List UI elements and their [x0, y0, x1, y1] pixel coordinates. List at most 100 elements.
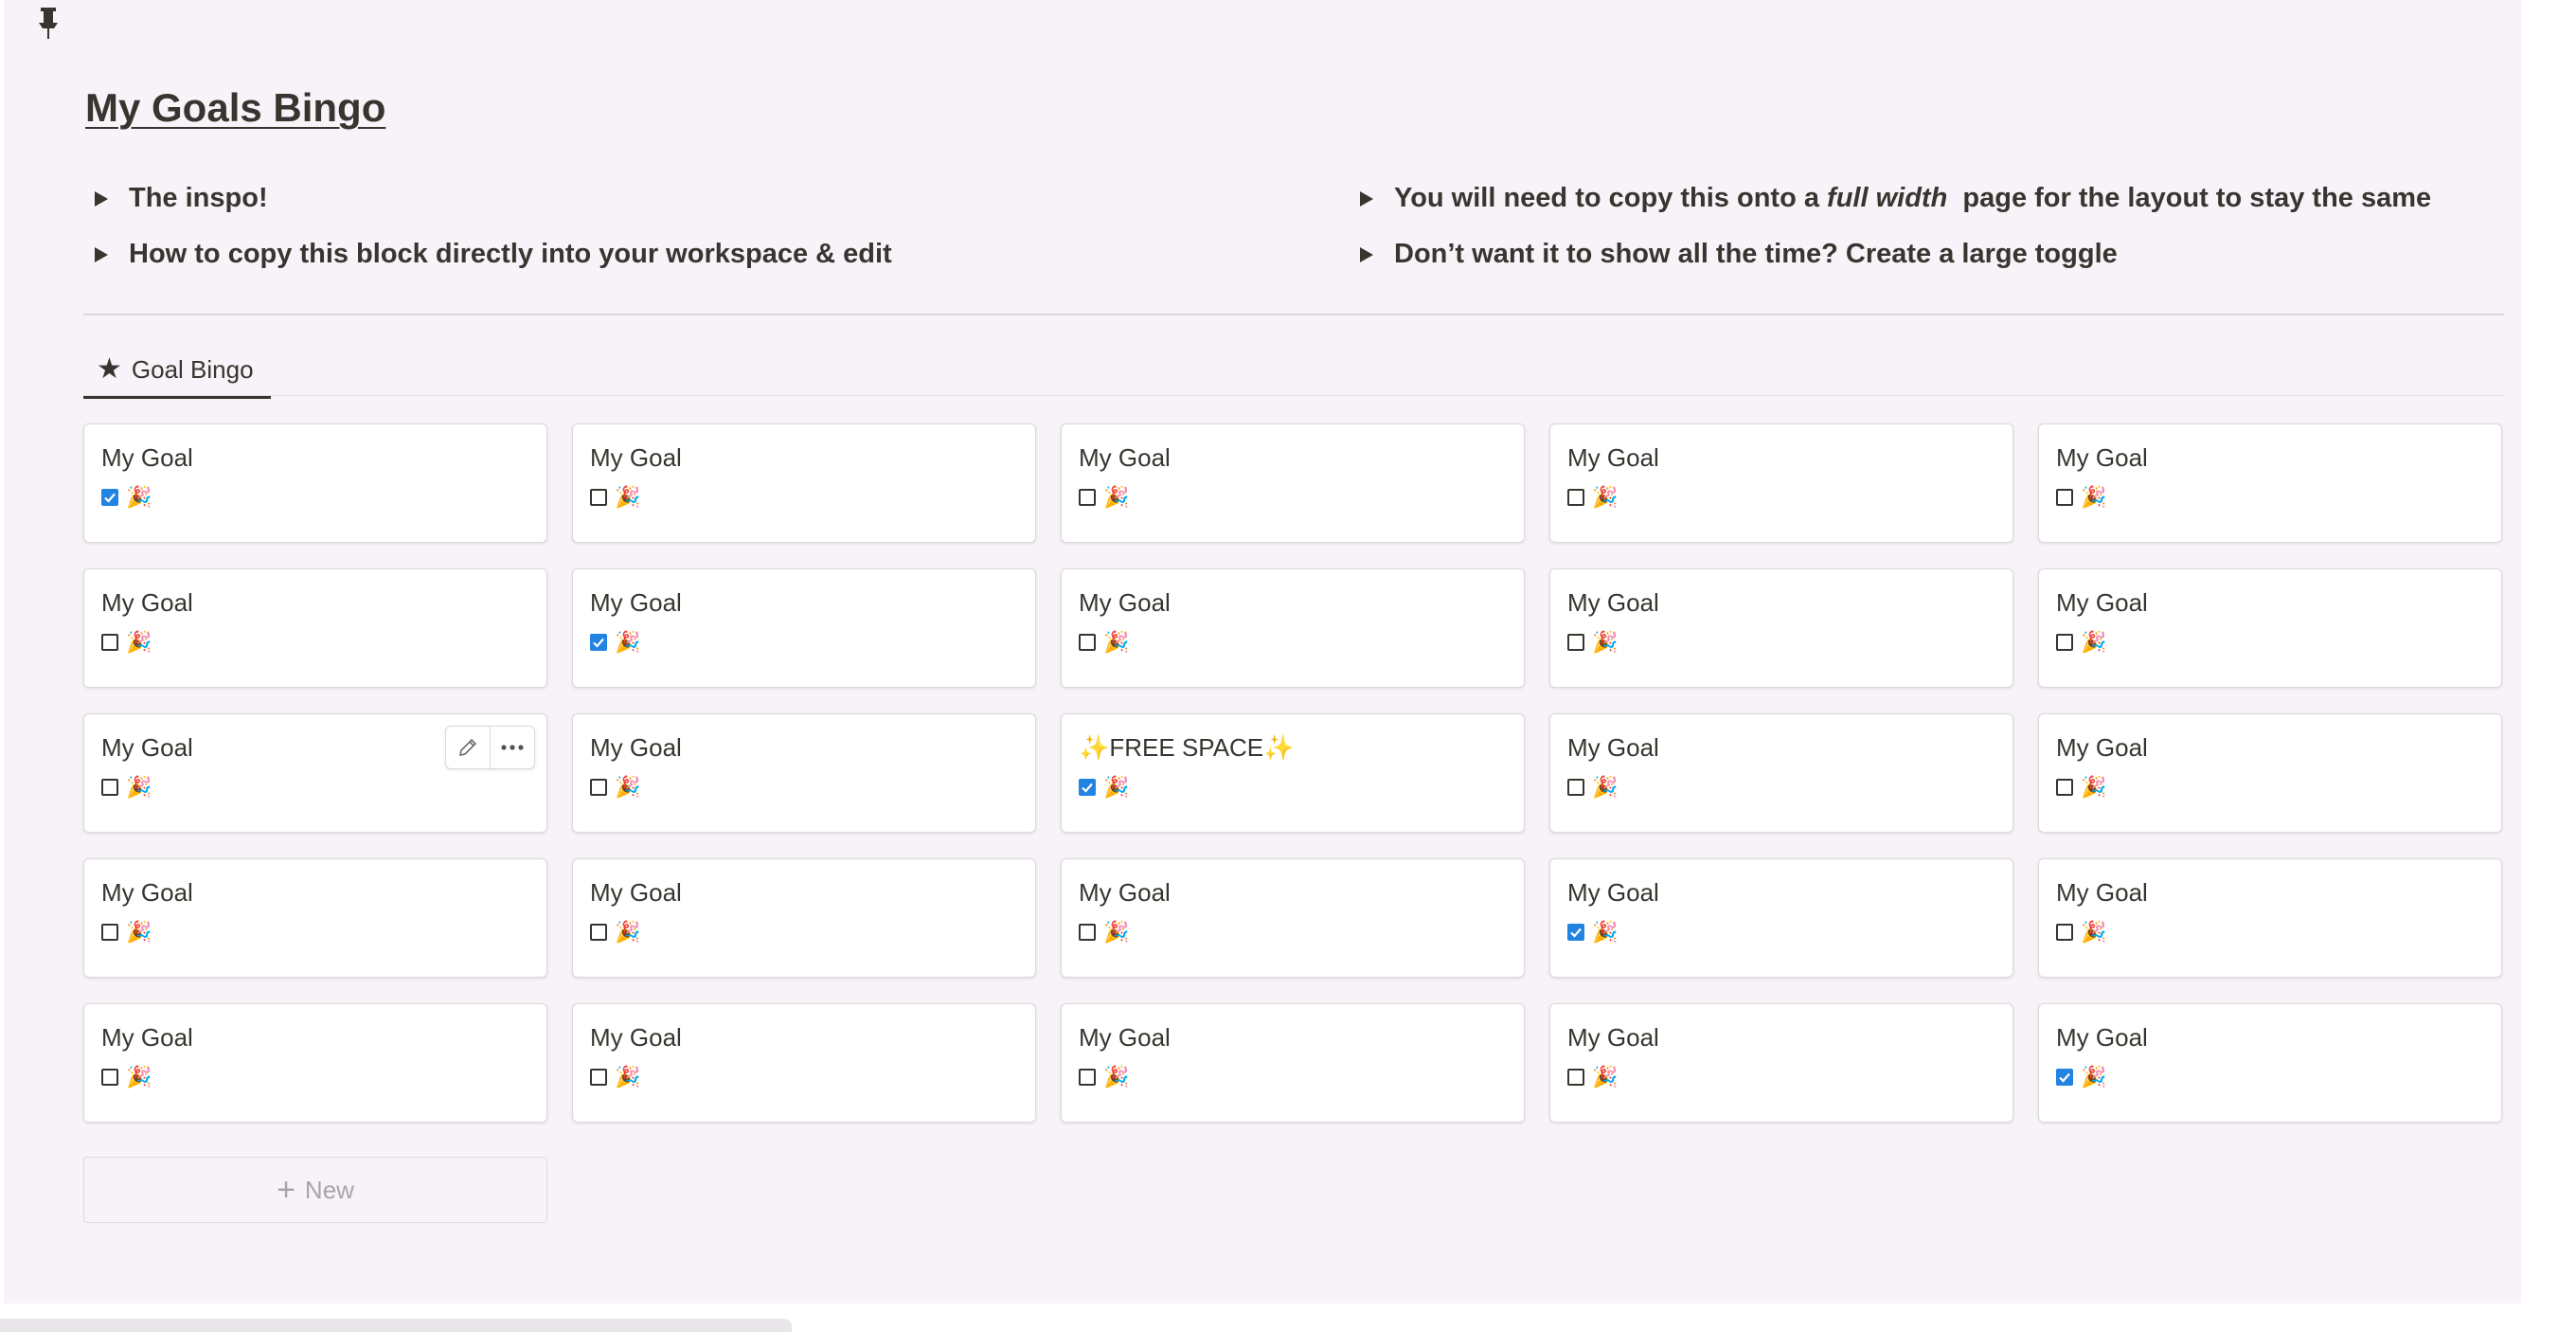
party-popper-icon: 🎉	[126, 1065, 152, 1089]
checkbox[interactable]	[101, 779, 118, 796]
checkbox[interactable]	[1079, 779, 1096, 796]
checkbox[interactable]	[101, 489, 118, 506]
gallery-card[interactable]: My Goal 🎉	[1549, 713, 2013, 833]
checkbox[interactable]	[1567, 924, 1584, 941]
checkbox[interactable]	[2056, 1069, 2073, 1086]
new-card-button[interactable]: + New	[83, 1157, 547, 1223]
gallery-card[interactable]: My Goal 🎉	[572, 423, 1036, 543]
gallery-card[interactable]: ✨FREE SPACE✨ 🎉	[1061, 713, 1525, 833]
toggle-how-to-copy[interactable]: How to copy this block directly into you…	[95, 239, 892, 270]
party-popper-icon: 🎉	[615, 630, 641, 654]
card-title: My Goal	[101, 588, 193, 617]
gallery-card[interactable]: My Goal 🎉	[1549, 568, 2013, 688]
gallery-card[interactable]: My Goal 🎉	[572, 568, 1036, 688]
gallery-card[interactable]: My Goal 🎉	[2038, 1003, 2502, 1123]
gallery-card[interactable]: My Goal 🎉	[572, 858, 1036, 978]
gallery-card[interactable]: My Goal 🎉	[83, 1003, 547, 1123]
card-title: My Goal	[1079, 1023, 1171, 1052]
gallery-card[interactable]: My Goal 🎉	[2038, 713, 2502, 833]
checkbox[interactable]	[1567, 1069, 1584, 1086]
gallery-card[interactable]: My Goal 🎉	[1061, 1003, 1525, 1123]
card-property-row: 🎉	[590, 777, 640, 798]
party-popper-icon: 🎉	[1592, 920, 1619, 944]
checkbox[interactable]	[1567, 779, 1584, 796]
check-icon	[593, 638, 604, 648]
party-popper-icon: 🎉	[126, 920, 152, 944]
party-popper-icon: 🎉	[1103, 920, 1130, 944]
party-popper-icon: 🎉	[2081, 630, 2107, 654]
toggle-arrow-icon[interactable]	[1360, 246, 1373, 262]
checkbox[interactable]	[590, 634, 607, 651]
checkbox[interactable]	[590, 1069, 607, 1086]
tab-goal-bingo[interactable]: ★ Goal Bingo	[83, 343, 271, 399]
more-horizontal-icon[interactable]	[490, 727, 534, 768]
card-property-row: 🎉	[1567, 487, 1618, 508]
gallery-card[interactable]: My Goal 🎉	[83, 858, 547, 978]
card-title: My Goal	[1079, 878, 1171, 907]
new-button-label: New	[304, 1175, 354, 1204]
gallery-card[interactable]: My Goal 🎉	[2038, 858, 2502, 978]
gallery-card[interactable]: My Goal 🎉	[572, 1003, 1036, 1123]
checkbox[interactable]	[1079, 489, 1096, 506]
card-title: My Goal	[1567, 878, 1659, 907]
gallery-card[interactable]: My Goal 🎉	[83, 423, 547, 543]
checkbox[interactable]	[1079, 634, 1096, 651]
card-actions	[445, 726, 535, 769]
card-property-row: 🎉	[1079, 632, 1129, 653]
gallery-card[interactable]: My Goal 🎉	[2038, 568, 2502, 688]
card-title: My Goal	[101, 1023, 193, 1052]
card-title: My Goal	[2056, 588, 2148, 617]
check-icon	[104, 493, 116, 503]
check-icon	[1082, 783, 1093, 793]
card-title: My Goal	[1079, 443, 1171, 472]
card-title: My Goal	[101, 443, 193, 472]
checkbox[interactable]	[2056, 634, 2073, 651]
toggle-arrow-icon[interactable]	[1360, 190, 1373, 207]
page-panel: My Goals Bingo The inspo! How to copy th…	[4, 0, 2521, 1304]
gallery-card[interactable]: My Goal 🎉	[1549, 1003, 2013, 1123]
card-property-row: 🎉	[1567, 777, 1618, 798]
checkbox[interactable]	[590, 779, 607, 796]
pin-icon[interactable]	[36, 6, 61, 40]
toggle-arrow-icon[interactable]	[95, 246, 108, 262]
toggle-full-width[interactable]: You will need to copy this onto a full w…	[1360, 183, 2431, 214]
toggle-inspo[interactable]: The inspo!	[95, 183, 268, 214]
checkbox[interactable]	[2056, 489, 2073, 506]
gallery-card[interactable]: My Goal 🎉	[2038, 423, 2502, 543]
toggle-arrow-icon[interactable]	[95, 190, 108, 207]
divider	[83, 314, 2504, 315]
card-title: ✨FREE SPACE✨	[1079, 733, 1295, 762]
checkbox[interactable]	[1567, 634, 1584, 651]
gallery-card[interactable]: My Goal 🎉	[572, 713, 1036, 833]
toggle-large-toggle[interactable]: Don’t want it to show all the time? Crea…	[1360, 239, 2118, 270]
card-title: My Goal	[101, 733, 193, 762]
party-popper-icon: 🎉	[615, 1065, 641, 1089]
gallery-card[interactable]: My Goal 🎉	[83, 713, 547, 833]
card-property-row: 🎉	[590, 632, 640, 653]
toggle-label: You will need to copy this onto a full w…	[1394, 183, 2432, 213]
gallery-grid: My Goal 🎉 My Goal 🎉 My Goal 🎉 My Goal 🎉 My Goal 🎉…	[83, 423, 2502, 1123]
checkbox[interactable]	[1079, 924, 1096, 941]
checkbox[interactable]	[101, 1069, 118, 1086]
pencil-icon[interactable]	[446, 727, 490, 768]
checkbox[interactable]	[590, 489, 607, 506]
gallery-card[interactable]: My Goal 🎉	[1061, 568, 1525, 688]
checkbox[interactable]	[2056, 779, 2073, 796]
checkbox[interactable]	[101, 924, 118, 941]
card-property-row: 🎉	[590, 922, 640, 943]
checkbox[interactable]	[1567, 489, 1584, 506]
checkbox[interactable]	[590, 924, 607, 941]
card-title: My Goal	[1567, 443, 1659, 472]
card-property-row: 🎉	[1567, 632, 1618, 653]
gallery-card[interactable]: My Goal 🎉	[83, 568, 547, 688]
card-property-row: 🎉	[2056, 1067, 2106, 1088]
gallery-card[interactable]: My Goal 🎉	[1549, 858, 2013, 978]
card-property-row: 🎉	[2056, 487, 2106, 508]
checkbox[interactable]	[2056, 924, 2073, 941]
gallery-card[interactable]: My Goal 🎉	[1061, 423, 1525, 543]
checkbox[interactable]	[101, 634, 118, 651]
gallery-card[interactable]: My Goal 🎉	[1549, 423, 2013, 543]
checkbox[interactable]	[1079, 1069, 1096, 1086]
gallery-card[interactable]: My Goal 🎉	[1061, 858, 1525, 978]
page-title: My Goals Bingo	[85, 85, 386, 130]
